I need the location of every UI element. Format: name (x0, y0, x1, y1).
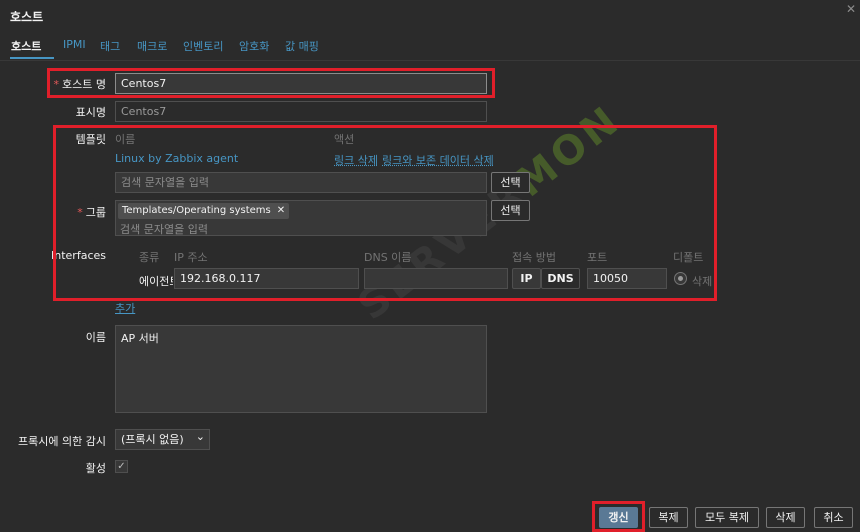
groups-multiselect[interactable]: Templates/Operating systems ✕ 검색 문자열을 입력 (115, 200, 487, 236)
dialog-title: 호스트 (10, 10, 44, 24)
iface-header-port: 포트 (587, 251, 608, 264)
unlink-link[interactable]: 링크 삭제 (334, 152, 378, 168)
iface-dns-input[interactable] (364, 268, 508, 289)
connect-dns-toggle[interactable]: DNS (541, 268, 580, 289)
tab-macros[interactable]: 매크로 (137, 38, 167, 54)
templates-col-name: 이름 (115, 133, 136, 146)
iface-header-connect: 접속 방법 (512, 251, 556, 264)
update-button[interactable]: 갱신 (599, 507, 638, 528)
iface-port-input[interactable]: 10050 (587, 268, 667, 289)
remove-chip-icon[interactable]: ✕ (277, 205, 285, 216)
cancel-button[interactable]: 취소 (814, 507, 853, 528)
iface-header-ip: IP 주소 (174, 251, 208, 264)
template-link-linux[interactable]: Linux by Zabbix agent (115, 152, 238, 165)
connect-ip-toggle[interactable]: IP (512, 268, 541, 289)
visible-name-input[interactable]: Centos7 (115, 101, 487, 122)
host-name-input[interactable]: Centos7 (115, 73, 487, 94)
active-tab-indicator (10, 57, 54, 59)
full-clone-button[interactable]: 모두 복제 (695, 507, 759, 528)
template-search-input[interactable]: 검색 문자열을 입력 (115, 172, 487, 193)
iface-header-type: 종류 (139, 251, 160, 264)
tab-value-mapping[interactable]: 값 매핑 (285, 38, 319, 54)
enabled-label: 활성 (85, 462, 106, 475)
group-chip: Templates/Operating systems ✕ (118, 203, 290, 219)
unlink-clear-link[interactable]: 링크와 보존 데이터 삭제 (382, 152, 494, 168)
enabled-checkbox[interactable]: ✓ (115, 460, 128, 473)
tab-divider (0, 60, 860, 61)
default-radio[interactable] (674, 272, 687, 285)
templates-col-action: 액션 (334, 133, 355, 146)
group-select-button[interactable]: 선택 (491, 200, 530, 221)
clone-button[interactable]: 복제 (649, 507, 688, 528)
tab-encryption[interactable]: 암호화 (239, 38, 269, 54)
description-textarea[interactable]: AP 서버 (115, 325, 487, 413)
tab-ipmi[interactable]: IPMI (63, 38, 86, 51)
tab-bar: 호스트 IPMI 태그 매크로 인벤토리 암호화 값 매핑 (0, 38, 860, 60)
close-icon[interactable]: ✕ (846, 2, 856, 16)
delete-button[interactable]: 삭제 (766, 507, 805, 528)
iface-ip-input[interactable]: 192.168.0.117 (174, 268, 359, 289)
templates-label: 템플릿 (75, 133, 106, 146)
tab-host[interactable]: 호스트 (11, 38, 41, 54)
proxy-select[interactable]: (프록시 없음) ⌄ (115, 429, 210, 450)
host-name-label: * 호스트 명 (53, 78, 106, 91)
groups-label: * 그룹 (77, 206, 106, 219)
description-label: 이름 (85, 331, 106, 344)
iface-type-value: 에이전트 (139, 275, 173, 288)
iface-remove-link[interactable]: 삭제 (692, 273, 712, 289)
iface-header-dns: DNS 이름 (364, 251, 412, 264)
chevron-down-icon: ⌄ (195, 430, 205, 443)
iface-add-link[interactable]: 추가 (115, 300, 135, 316)
interfaces-label: Interfaces (51, 249, 106, 262)
tab-inventory[interactable]: 인벤토리 (183, 38, 223, 54)
tab-tags[interactable]: 태그 (100, 38, 120, 54)
proxy-label: 프록시에 의한 감시 (18, 435, 106, 448)
group-search-input[interactable]: 검색 문자열을 입력 (120, 221, 208, 237)
iface-header-default: 디폴트 (673, 251, 704, 264)
template-select-button[interactable]: 선택 (491, 172, 530, 193)
visible-name-label: 표시명 (75, 106, 106, 119)
